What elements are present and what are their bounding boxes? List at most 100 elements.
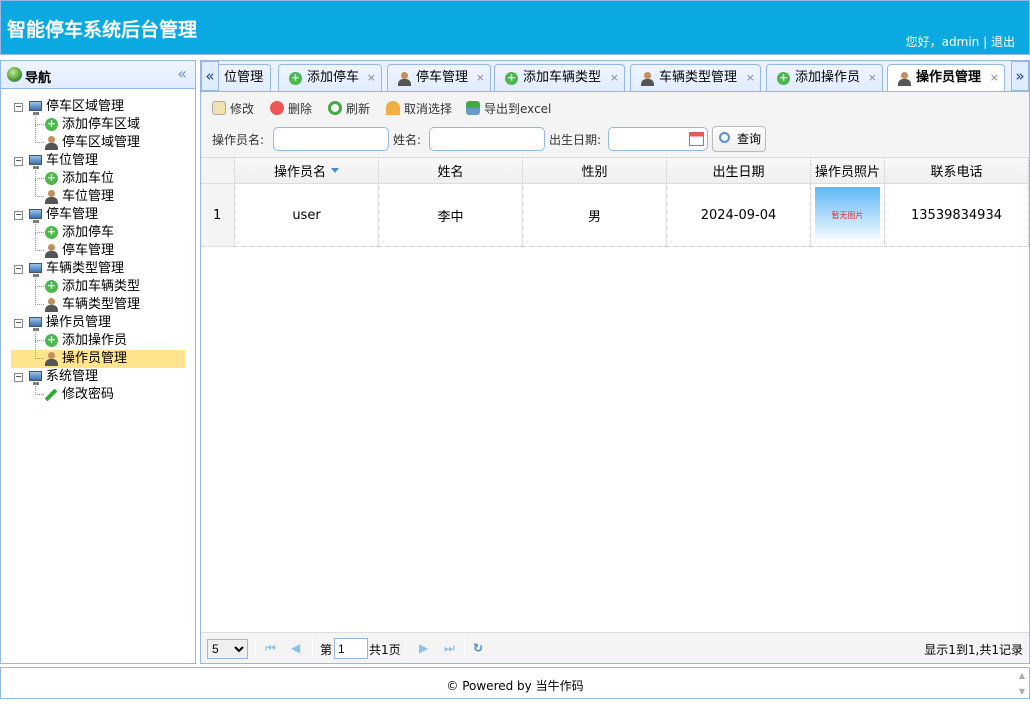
nav-item[interactable]: 操作员管理 bbox=[11, 350, 185, 368]
add-icon: + bbox=[45, 280, 58, 293]
scroll-up-icon[interactable]: ▲ bbox=[1019, 671, 1025, 681]
cell-photo: 暂无图片 bbox=[811, 184, 885, 247]
pager: 5 ⏮ ◀ 第 共1页 ▶ ⏭ ↻ 显示1到1,共1记录 bbox=[201, 632, 1029, 663]
collapse-toggle-icon[interactable]: − bbox=[14, 157, 23, 166]
edit-label: 修改 bbox=[230, 102, 254, 116]
user-icon bbox=[641, 72, 654, 86]
tab[interactable]: 停车管理 × bbox=[387, 64, 491, 92]
username-input[interactable] bbox=[273, 127, 389, 151]
column-header-photo[interactable]: 操作员照片 bbox=[811, 158, 885, 183]
first-page-icon[interactable]: ⏮ bbox=[265, 641, 276, 656]
scroll-down-icon[interactable]: ▼ bbox=[1019, 687, 1025, 697]
delete-button[interactable]: 删除 bbox=[270, 100, 312, 118]
nav-item-label: 添加停车区域 bbox=[62, 116, 140, 134]
close-icon[interactable]: × bbox=[610, 65, 619, 91]
column-label: 操作员名 bbox=[274, 161, 326, 180]
column-header-phone[interactable]: 联系电话 bbox=[885, 158, 1029, 183]
close-icon[interactable]: × bbox=[990, 65, 999, 91]
tree-line bbox=[35, 220, 44, 233]
monitor-icon bbox=[29, 317, 42, 327]
birth-date-input[interactable] bbox=[608, 127, 708, 151]
redo-icon bbox=[386, 101, 400, 115]
table-row[interactable]: 1 user 李中 男 2024-09-04 暂无图片 13539834934 bbox=[201, 184, 1029, 247]
monitor-icon bbox=[29, 209, 42, 219]
tab[interactable]: +添加车辆类型× bbox=[494, 64, 625, 92]
logout-link[interactable]: 退出 bbox=[991, 35, 1015, 49]
user-icon bbox=[45, 244, 58, 258]
nav-item[interactable]: 车辆类型管理 bbox=[11, 296, 185, 314]
add-icon: + bbox=[289, 72, 302, 85]
page-size-select[interactable]: 5 bbox=[207, 639, 248, 659]
toolbar: 修改 删除 刷新 取消选择 导出到excel 操作员名: 姓名: 出生日期: 查… bbox=[201, 92, 1029, 158]
user-icon bbox=[898, 72, 911, 86]
column-header-birth[interactable]: 出生日期 bbox=[667, 158, 811, 183]
close-icon[interactable]: × bbox=[256, 65, 265, 91]
calendar-icon[interactable] bbox=[689, 132, 704, 146]
cell-name: 李中 bbox=[379, 184, 523, 247]
query-label: 查询 bbox=[737, 132, 761, 146]
close-icon[interactable]: × bbox=[367, 65, 376, 91]
footer: © Powered by 当牛作码 ▲ ▼ bbox=[0, 667, 1030, 699]
export-button[interactable]: 导出到excel bbox=[466, 100, 551, 118]
nav-item[interactable]: 修改密码 bbox=[11, 386, 185, 404]
last-page-icon[interactable]: ⏭ bbox=[444, 641, 455, 656]
divider bbox=[464, 637, 465, 659]
refresh-button[interactable]: 刷新 bbox=[328, 100, 370, 118]
name-label: 姓名: bbox=[393, 131, 421, 148]
tree-line bbox=[35, 274, 44, 287]
nav-item-label: 车位管理 bbox=[62, 188, 114, 206]
nav-item-label: 添加停车 bbox=[62, 224, 114, 242]
tab[interactable]: 车辆类型管理× bbox=[630, 64, 761, 92]
tree-line bbox=[35, 233, 44, 251]
column-header-username[interactable]: 操作员名 bbox=[235, 158, 379, 183]
tree-line bbox=[35, 328, 44, 341]
tab-scroll-right-icon[interactable]: » bbox=[1011, 61, 1029, 91]
nav-tree: −停车区域管理+添加停车区域停车区域管理−车位管理+添加车位车位管理−停车管理+… bbox=[11, 98, 185, 404]
monitor-icon bbox=[29, 155, 42, 165]
collapse-toggle-icon[interactable]: − bbox=[14, 211, 23, 220]
cancel-select-button[interactable]: 取消选择 bbox=[386, 100, 452, 118]
column-header-name[interactable]: 姓名 bbox=[379, 158, 523, 183]
nav-item-label: 添加操作员 bbox=[62, 332, 127, 350]
refresh-icon bbox=[328, 101, 342, 115]
nav-title: 导航 bbox=[25, 67, 51, 86]
edit-button[interactable]: 修改 bbox=[212, 100, 254, 118]
collapse-toggle-icon[interactable]: − bbox=[14, 103, 23, 112]
collapse-left-icon[interactable]: « bbox=[177, 64, 187, 83]
tree-line bbox=[35, 341, 44, 359]
user-icon bbox=[398, 72, 411, 86]
tab[interactable]: +添加操作员× bbox=[766, 64, 883, 92]
tree-line bbox=[35, 166, 44, 179]
close-icon[interactable]: × bbox=[476, 65, 485, 91]
collapse-toggle-icon[interactable]: − bbox=[14, 319, 23, 328]
nav-item[interactable]: 停车区域管理 bbox=[11, 134, 185, 152]
tab-scroll-left-icon[interactable]: « bbox=[201, 61, 219, 91]
birth-label: 出生日期: bbox=[549, 131, 601, 148]
username-label: 操作员名: bbox=[212, 131, 264, 148]
next-page-icon[interactable]: ▶ bbox=[419, 641, 428, 655]
prev-page-icon[interactable]: ◀ bbox=[291, 641, 300, 655]
nav-item-label: 添加车位 bbox=[62, 170, 114, 188]
query-button[interactable]: 查询 bbox=[712, 126, 766, 152]
nav-item-label: 添加车辆类型 bbox=[62, 278, 140, 296]
divider bbox=[405, 637, 406, 659]
close-icon[interactable]: × bbox=[868, 65, 877, 91]
tree-line bbox=[35, 179, 44, 197]
tab[interactable]: 操作员管理× bbox=[887, 64, 1005, 92]
nav-item[interactable]: 停车管理 bbox=[11, 242, 185, 260]
nav-item[interactable]: 车位管理 bbox=[11, 188, 185, 206]
reload-icon[interactable]: ↻ bbox=[473, 641, 483, 655]
divider bbox=[255, 637, 256, 659]
collapse-toggle-icon[interactable]: − bbox=[14, 265, 23, 274]
page-number-input[interactable] bbox=[334, 638, 368, 659]
tab[interactable]: +添加停车× bbox=[278, 64, 382, 92]
tab-label: 添加车辆类型 bbox=[523, 65, 601, 91]
cell-birth: 2024-09-04 bbox=[667, 184, 811, 247]
tab-label: 停车管理 bbox=[416, 65, 468, 91]
name-input[interactable] bbox=[429, 127, 545, 151]
cell-phone: 13539834934 bbox=[885, 184, 1029, 247]
close-icon[interactable]: × bbox=[746, 65, 755, 91]
column-header-sex[interactable]: 性别 bbox=[523, 158, 667, 183]
delete-icon bbox=[270, 101, 284, 115]
collapse-toggle-icon[interactable]: − bbox=[14, 373, 23, 382]
